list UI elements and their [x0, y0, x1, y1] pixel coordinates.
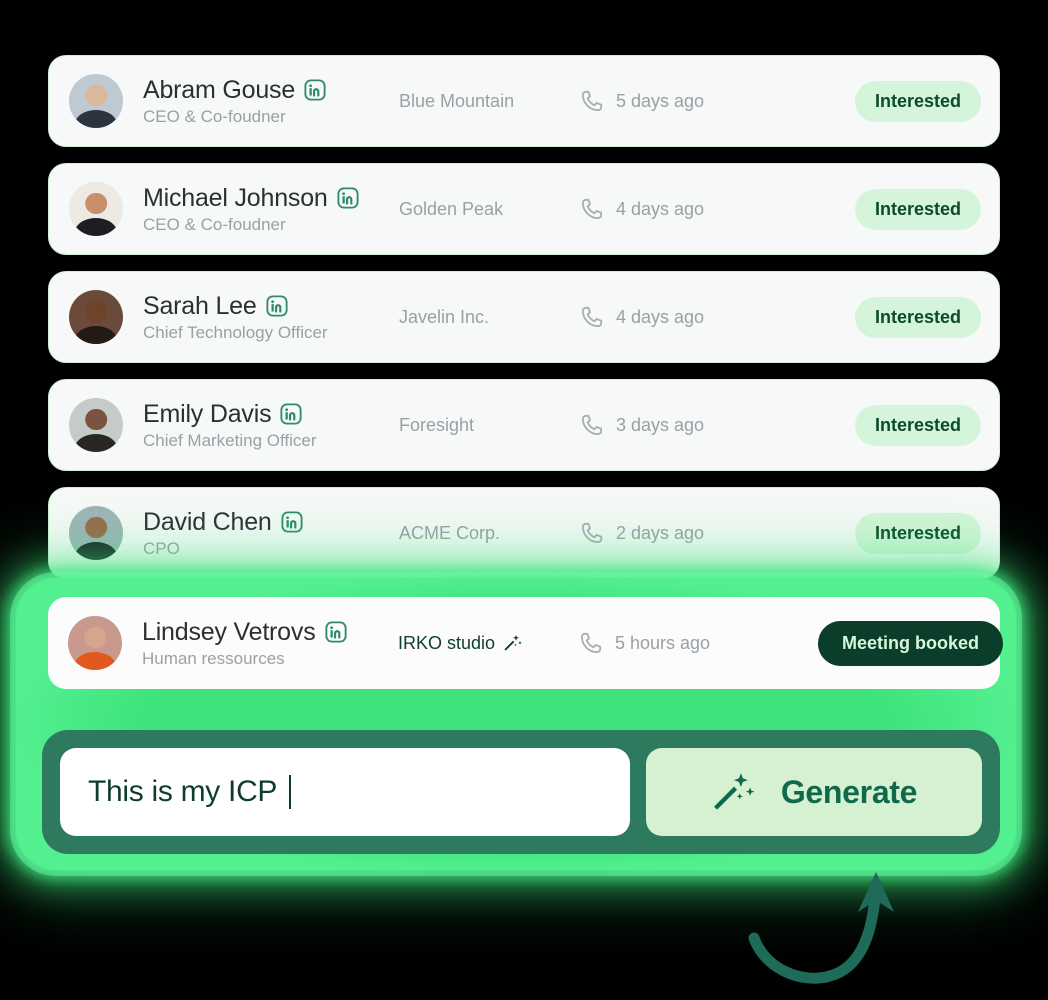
lead-role: CEO & Co-foudner [143, 214, 286, 234]
generate-button-label: Generate [780, 773, 918, 810]
status-cell: Interested [819, 188, 999, 230]
lead-role: Chief Technology Officer [143, 322, 328, 342]
lead-name: Lindsey Vetrovs [142, 617, 316, 646]
lead-role: CEO & Co-foudner [143, 106, 286, 126]
last-call-cell: 3 days ago [579, 412, 819, 438]
status-badge[interactable]: Interested [854, 80, 981, 122]
status-cell: Interested [819, 404, 999, 446]
lead-name: Emily Davis [143, 399, 272, 428]
linkedin-icon[interactable] [337, 187, 359, 209]
avatar [69, 74, 123, 128]
phone-icon [581, 414, 603, 436]
lead-role: Chief Marketing Officer [143, 430, 317, 450]
icp-prompt-input[interactable]: This is my ICP [60, 748, 630, 836]
lead-identity: Emily Davis Chief Marketing Officer [143, 400, 393, 451]
table-row[interactable]: Sarah Lee Chief Technology Officer Javel… [48, 271, 1000, 363]
status-cell: Interested [819, 512, 999, 554]
lead-identity: Sarah Lee Chief Technology Officer [143, 292, 393, 343]
lead-role: Human ressources [142, 648, 285, 668]
avatar [68, 616, 122, 670]
lead-company-label: IRKO studio [398, 632, 496, 653]
lead-company: Javelin Inc. [399, 306, 490, 327]
status-cell: Interested [819, 80, 999, 122]
lead-company: Blue Mountain [399, 90, 515, 111]
status-cell: Interested [819, 296, 999, 338]
status-cell: Meeting booked [818, 620, 1021, 666]
table-row[interactable]: David Chen CPO ACME Corp. 2 days ago Int… [48, 487, 1000, 579]
lead-name: Sarah Lee [143, 291, 257, 320]
lead-identity: David Chen CPO [143, 508, 393, 559]
generate-button[interactable]: Generate [646, 748, 982, 836]
phone-icon [581, 306, 603, 328]
last-call-cell: 4 days ago [579, 304, 819, 330]
last-call-cell: 4 days ago [579, 196, 819, 222]
lead-identity: Lindsey Vetrovs Human ressources [142, 618, 392, 669]
last-call-time: 3 days ago [616, 414, 705, 435]
linkedin-icon[interactable] [266, 295, 288, 317]
lead-identity: Abram Gouse CEO & Co-foudner [143, 76, 393, 127]
lead-company: ACME Corp. [399, 522, 501, 543]
phone-icon [581, 522, 603, 544]
phone-icon [581, 198, 603, 220]
lead-company: IRKO studio [398, 633, 578, 654]
magic-wand-icon [504, 634, 522, 651]
linkedin-icon[interactable] [324, 621, 347, 643]
linkedin-icon[interactable] [304, 79, 326, 101]
avatar [69, 182, 123, 236]
text-caret [289, 775, 292, 809]
avatar [69, 398, 123, 452]
table-row[interactable]: Michael Johnson CEO & Co-foudner Golden … [48, 163, 1000, 255]
last-call-time: 5 days ago [616, 90, 705, 111]
last-call-time: 2 days ago [616, 522, 705, 543]
linkedin-icon[interactable] [280, 403, 302, 425]
last-call-cell: 5 hours ago [578, 630, 818, 656]
prompt-bar: This is my ICP Generate [42, 730, 1000, 854]
status-badge[interactable]: Interested [854, 296, 981, 338]
avatar [69, 290, 123, 344]
lead-identity: Michael Johnson CEO & Co-foudner [143, 184, 393, 235]
status-badge[interactable]: Interested [854, 404, 981, 446]
last-call-time: 4 days ago [616, 306, 705, 327]
icp-prompt-value: This is my ICP [88, 775, 278, 808]
phone-icon [580, 632, 602, 654]
curved-arrow-up-icon [748, 872, 894, 984]
avatar [69, 506, 123, 560]
lead-name: David Chen [143, 507, 272, 536]
status-badge[interactable]: Meeting booked [818, 620, 1004, 666]
lead-list-screen: Abram Gouse CEO & Co-foudner Blue Mounta… [0, 0, 1048, 1000]
table-row[interactable]: Abram Gouse CEO & Co-foudner Blue Mounta… [48, 55, 1000, 147]
last-call-time: 4 days ago [616, 198, 705, 219]
last-call-cell: 5 days ago [579, 88, 819, 114]
last-call-cell: 2 days ago [579, 520, 819, 546]
lead-name: Abram Gouse [143, 75, 296, 104]
table-row-highlighted[interactable]: Lindsey Vetrovs Human ressources IRKO st… [48, 597, 1004, 689]
magic-wand-icon [713, 773, 755, 810]
table-row[interactable]: Emily Davis Chief Marketing Officer Fore… [48, 379, 1000, 471]
last-call-time: 5 hours ago [615, 632, 711, 653]
lead-company: Golden Peak [399, 198, 504, 219]
lead-company: Foresight [399, 414, 475, 435]
lead-role: CPO [143, 538, 180, 558]
lead-list: Abram Gouse CEO & Co-foudner Blue Mounta… [48, 55, 1000, 595]
phone-icon [581, 90, 603, 112]
status-badge[interactable]: Interested [854, 512, 981, 554]
status-badge[interactable]: Interested [854, 188, 981, 230]
lead-name: Michael Johnson [143, 183, 328, 212]
linkedin-icon[interactable] [281, 511, 303, 533]
